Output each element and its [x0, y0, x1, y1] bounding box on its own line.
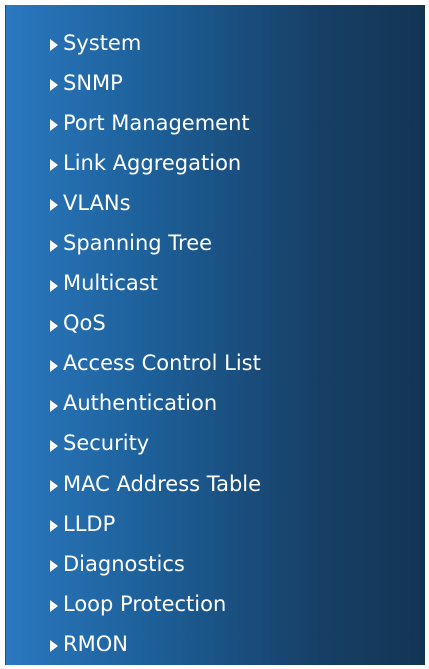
menu-item-label: Authentication: [63, 391, 218, 416]
menu-item-link-aggregation[interactable]: Link Aggregation: [50, 143, 261, 183]
triangle-right-icon: [50, 399, 58, 412]
navigation-menu-list: System SNMP Port Management Link Aggrega…: [50, 23, 261, 665]
menu-item-multicast[interactable]: Multicast: [50, 264, 261, 304]
triangle-right-icon: [50, 279, 58, 292]
menu-item-label: System: [63, 30, 142, 55]
menu-item-label: Port Management: [63, 110, 250, 135]
menu-item-label: SNMP: [63, 70, 123, 95]
menu-item-qos[interactable]: QoS: [50, 304, 261, 344]
menu-item-label: Loop Protection: [63, 591, 227, 616]
menu-item-label: QoS: [63, 311, 106, 336]
menu-item-mac-address-table[interactable]: MAC Address Table: [50, 464, 261, 504]
menu-item-port-management[interactable]: Port Management: [50, 103, 261, 143]
menu-item-label: Multicast: [63, 271, 158, 296]
menu-item-snmp[interactable]: SNMP: [50, 63, 261, 103]
triangle-right-icon: [50, 79, 58, 92]
triangle-right-icon: [50, 640, 58, 653]
menu-item-diagnostics[interactable]: Diagnostics: [50, 544, 261, 584]
triangle-right-icon: [50, 119, 58, 132]
menu-item-security[interactable]: Security: [50, 424, 261, 464]
menu-item-system[interactable]: System: [50, 23, 261, 63]
menu-item-authentication[interactable]: Authentication: [50, 384, 261, 424]
menu-item-label: Link Aggregation: [63, 150, 242, 175]
triangle-right-icon: [50, 319, 58, 332]
triangle-right-icon: [50, 239, 58, 252]
menu-item-label: Access Control List: [63, 351, 261, 376]
triangle-right-icon: [50, 600, 58, 613]
triangle-right-icon: [50, 359, 58, 372]
triangle-right-icon: [50, 39, 58, 52]
menu-item-label: RMON: [63, 631, 128, 656]
menu-item-label: VLANs: [63, 190, 131, 215]
menu-item-vlans[interactable]: VLANs: [50, 183, 261, 223]
menu-item-loop-protection[interactable]: Loop Protection: [50, 584, 261, 624]
triangle-right-icon: [50, 520, 58, 533]
menu-item-rmon[interactable]: RMON: [50, 624, 261, 664]
menu-item-label: MAC Address Table: [63, 471, 262, 496]
menu-item-label: LLDP: [63, 511, 116, 536]
triangle-right-icon: [50, 560, 58, 573]
menu-item-lldp[interactable]: LLDP: [50, 504, 261, 544]
triangle-right-icon: [50, 480, 58, 493]
menu-item-access-control-list[interactable]: Access Control List: [50, 344, 261, 384]
triangle-right-icon: [50, 199, 58, 212]
menu-item-label: Security: [63, 431, 150, 456]
menu-item-spanning-tree[interactable]: Spanning Tree: [50, 223, 261, 263]
triangle-right-icon: [50, 439, 58, 452]
menu-item-label: Spanning Tree: [63, 231, 213, 256]
triangle-right-icon: [50, 159, 58, 172]
navigation-menu-panel: System SNMP Port Management Link Aggrega…: [5, 5, 425, 665]
menu-item-label: Diagnostics: [63, 551, 185, 576]
